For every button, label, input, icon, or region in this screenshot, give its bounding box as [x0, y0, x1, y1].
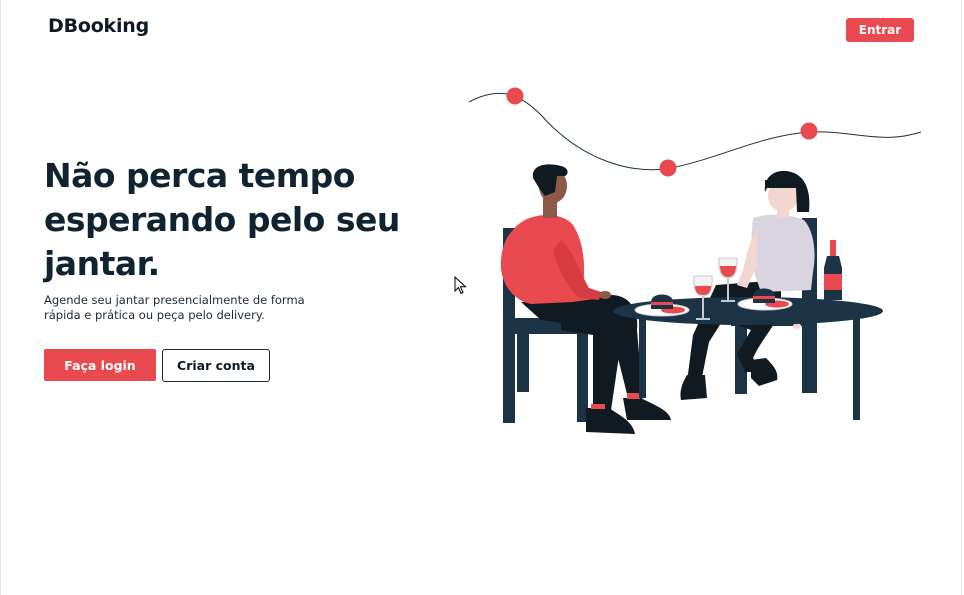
create-account-button[interactable]: Criar conta	[162, 349, 270, 382]
hero-subtitle: Agende seu jantar presencialmente de for…	[44, 293, 305, 322]
plate-left	[634, 294, 690, 317]
login-button[interactable]: Faça login	[44, 349, 156, 381]
light-dot	[800, 122, 818, 140]
landing-page: DBooking Entrar Não perca tempo esperand…	[0, 0, 962, 595]
wine-bottle	[824, 240, 842, 300]
wavy-line	[468, 92, 922, 171]
hero-title: Não perca tempo esperando pelo seu janta…	[44, 156, 400, 283]
dinner-illustration	[468, 87, 922, 434]
light-dot	[506, 87, 524, 105]
entrar-button[interactable]: Entrar	[846, 18, 914, 42]
light-dot	[659, 159, 677, 177]
brand-logo[interactable]: DBooking	[48, 15, 149, 37]
mouse-pointer-icon	[454, 276, 467, 295]
